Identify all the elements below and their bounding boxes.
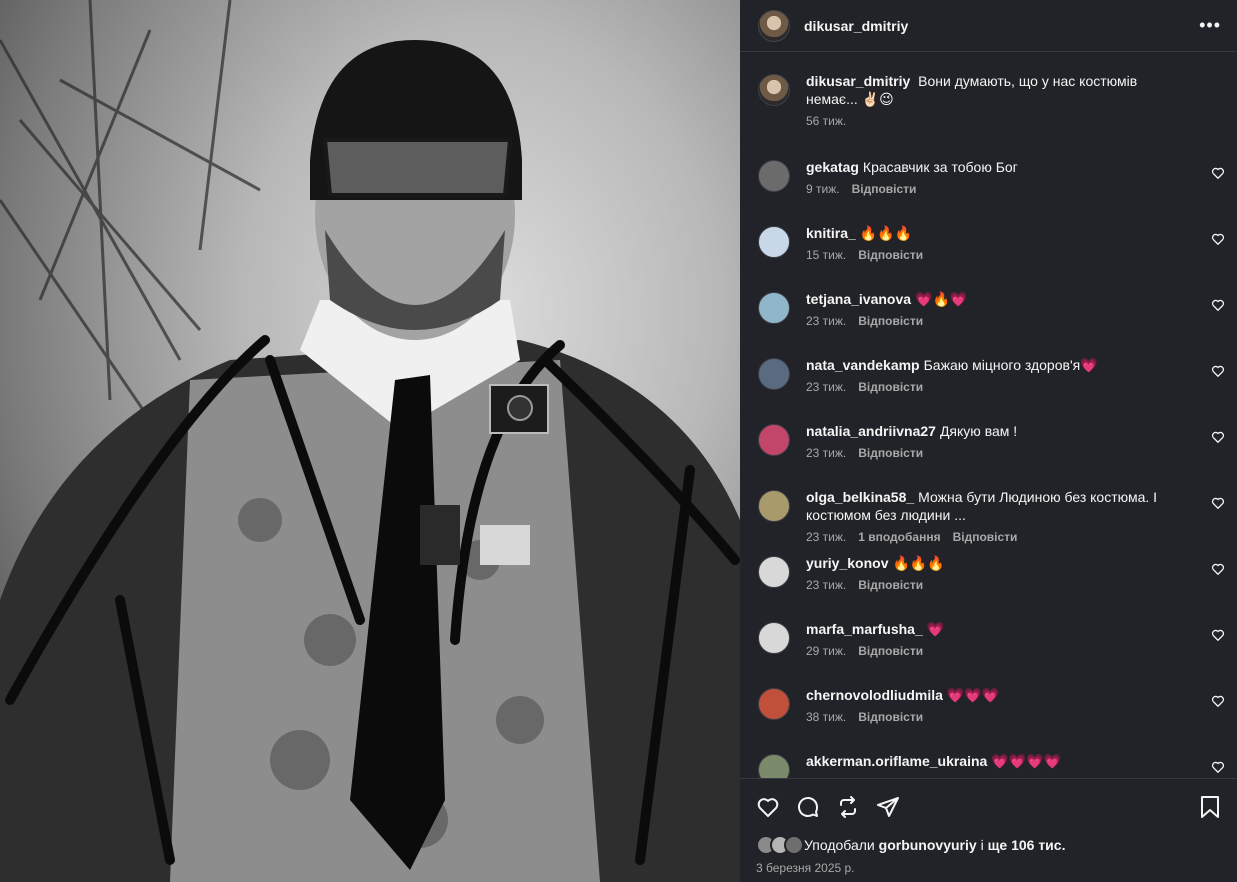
- more-horizontal-icon[interactable]: •••: [1199, 15, 1221, 36]
- comment-avatar[interactable]: [758, 490, 790, 522]
- liker-avatars: [756, 835, 804, 855]
- comment-like-icon[interactable]: [1211, 496, 1225, 510]
- comment-text: 💗💗💗: [946, 687, 1000, 703]
- comment-like-icon[interactable]: [1211, 562, 1225, 576]
- reply-button[interactable]: Відповісти: [858, 578, 923, 592]
- comment-icon[interactable]: [796, 795, 820, 819]
- reply-button[interactable]: Відповісти: [858, 710, 923, 724]
- comment-like-icon[interactable]: [1211, 430, 1225, 444]
- reply-button[interactable]: Відповісти: [953, 530, 1018, 544]
- comment-time: 23 тиж.: [806, 578, 847, 592]
- post-date: 3 березня 2025 р.: [756, 861, 855, 875]
- reply-button[interactable]: Відповісти: [852, 182, 917, 196]
- comment-avatar[interactable]: [758, 160, 790, 192]
- comment-avatar[interactable]: [758, 358, 790, 390]
- bookmark-icon[interactable]: [1199, 795, 1221, 819]
- comment-avatar[interactable]: [758, 556, 790, 588]
- comment-text: Бажаю міцного здоров'я💗: [923, 357, 1098, 373]
- reply-button[interactable]: Відповісти: [858, 380, 923, 394]
- comment-text: Красавчик за тобою Бог: [862, 159, 1018, 175]
- comment-avatar[interactable]: [758, 292, 790, 324]
- comment-row: tetjana_ivanova 💗🔥💗 23 тиж. Відповісти: [740, 290, 1237, 356]
- caption-username[interactable]: dikusar_dmitriy: [806, 73, 910, 89]
- comment-time: 23 тиж.: [806, 314, 847, 328]
- comment-time: 29 тиж.: [806, 644, 847, 658]
- comment-avatar[interactable]: [758, 424, 790, 456]
- comment-username[interactable]: knitira_: [806, 225, 856, 241]
- comment-text: 💗🔥💗: [915, 291, 968, 307]
- comment-username[interactable]: olga_belkina58_: [806, 489, 914, 505]
- comment-text: 🔥🔥🔥: [859, 225, 913, 241]
- author-avatar[interactable]: [758, 9, 790, 42]
- post-photo-illustration: [0, 0, 740, 882]
- comment-like-icon[interactable]: [1211, 628, 1225, 642]
- caption-avatar[interactable]: [758, 74, 790, 106]
- likes-user[interactable]: gorbunovyuriy: [879, 837, 977, 853]
- reply-button[interactable]: Відповісти: [858, 314, 923, 328]
- comment-username[interactable]: chernovolodliudmila: [806, 687, 943, 703]
- comment-username[interactable]: natalia_andriivna27: [806, 423, 936, 439]
- comment-avatar[interactable]: [758, 754, 790, 778]
- comment-row: marfa_marfusha_ 💗 29 тиж. Відповісти: [740, 620, 1237, 686]
- comment-row: gekatag Красавчик за тобою Бог 9 тиж. Відпо…: [740, 158, 1237, 224]
- comment-time: 23 тиж.: [806, 530, 847, 544]
- likes-prefix: Уподобали: [804, 837, 875, 853]
- comment-row: knitira_ 🔥🔥🔥 15 тиж. Відповісти: [740, 224, 1237, 290]
- comment-like-icon[interactable]: [1211, 364, 1225, 378]
- comment-like-icon[interactable]: [1211, 166, 1225, 180]
- comment-avatar[interactable]: [758, 622, 790, 654]
- reply-button[interactable]: Відповісти: [858, 644, 923, 658]
- comment-like-icon[interactable]: [1211, 694, 1225, 708]
- comment-username[interactable]: gekatag: [806, 159, 859, 175]
- comment-text: 💗: [926, 621, 945, 637]
- comment-text: Дякую вам !: [939, 423, 1018, 439]
- comment-rows: gekatag Красавчик за тобою Бог 9 тиж. Відпо…: [740, 158, 1237, 778]
- post-dialog: dikusar_dmitriy ••• dikusar_dmitriy Вони…: [0, 0, 1237, 882]
- comment-username[interactable]: nata_vandekamp: [806, 357, 920, 373]
- comment-row: yuriy_konov 🔥🔥🔥 23 тиж. Відповісти: [740, 554, 1237, 620]
- comment-username[interactable]: marfa_marfusha_: [806, 621, 923, 637]
- comment-time: 15 тиж.: [806, 248, 847, 262]
- comment-row: akkerman.oriflame_ukraina 💗💗💗💗: [740, 752, 1237, 778]
- comments-list[interactable]: dikusar_dmitriy Вони думають, що у нас к…: [740, 52, 1237, 778]
- comment-time: 23 тиж.: [806, 446, 847, 460]
- comment-time: 23 тиж.: [806, 380, 847, 394]
- comments-panel: dikusar_dmitriy ••• dikusar_dmitriy Вони…: [740, 0, 1237, 882]
- comment-username[interactable]: yuriy_konov: [806, 555, 888, 571]
- comment-like-icon[interactable]: [1211, 232, 1225, 246]
- comment-like-icon[interactable]: [1211, 760, 1225, 774]
- comment-avatar[interactable]: [758, 688, 790, 720]
- caption-time: 56 тиж.: [806, 114, 847, 128]
- author-username[interactable]: dikusar_dmitriy: [804, 18, 908, 34]
- comment-time: 9 тиж.: [806, 182, 840, 196]
- comment-username[interactable]: tetjana_ivanova: [806, 291, 911, 307]
- likes-connector: і: [980, 837, 984, 853]
- comment-likes[interactable]: 1 вподобання: [858, 530, 940, 544]
- repost-icon[interactable]: [836, 795, 860, 819]
- comment-like-icon[interactable]: [1211, 298, 1225, 312]
- action-icons: [756, 779, 1221, 835]
- likes-count[interactable]: ще 106 тис.: [988, 837, 1066, 853]
- reply-button[interactable]: Відповісти: [858, 248, 923, 262]
- comment-avatar[interactable]: [758, 226, 790, 258]
- comment-row: olga_belkina58_ Можна бути Людиною без ко…: [740, 488, 1237, 554]
- post-header: dikusar_dmitriy •••: [740, 0, 1237, 52]
- comment-row: chernovolodliudmila 💗💗💗 38 тиж. Відповісти: [740, 686, 1237, 752]
- reply-button[interactable]: Відповісти: [858, 446, 923, 460]
- comment-username[interactable]: akkerman.oriflame_ukraina: [806, 753, 987, 769]
- share-icon[interactable]: [876, 795, 900, 819]
- post-actions: Уподобали gorbunovyuriy і ще 106 тис. 3 …: [740, 778, 1237, 882]
- post-photo[interactable]: [0, 0, 740, 882]
- comment-text: 💗💗💗💗: [991, 753, 1062, 769]
- comment-row: nata_vandekamp Бажаю міцного здоров'я💗 23 …: [740, 356, 1237, 422]
- comment-text: 🔥🔥🔥: [892, 555, 945, 571]
- heart-icon[interactable]: [756, 795, 780, 819]
- likes-summary: Уподобали gorbunovyuriy і ще 106 тис.: [756, 835, 1221, 855]
- comment-time: 38 тиж.: [806, 710, 847, 724]
- comment-row: natalia_andriivna27 Дякую вам ! 23 тиж. Від…: [740, 422, 1237, 488]
- post-caption: dikusar_dmitriy Вони думають, що у нас к…: [740, 72, 1237, 158]
- liker-avatar: [784, 835, 804, 855]
